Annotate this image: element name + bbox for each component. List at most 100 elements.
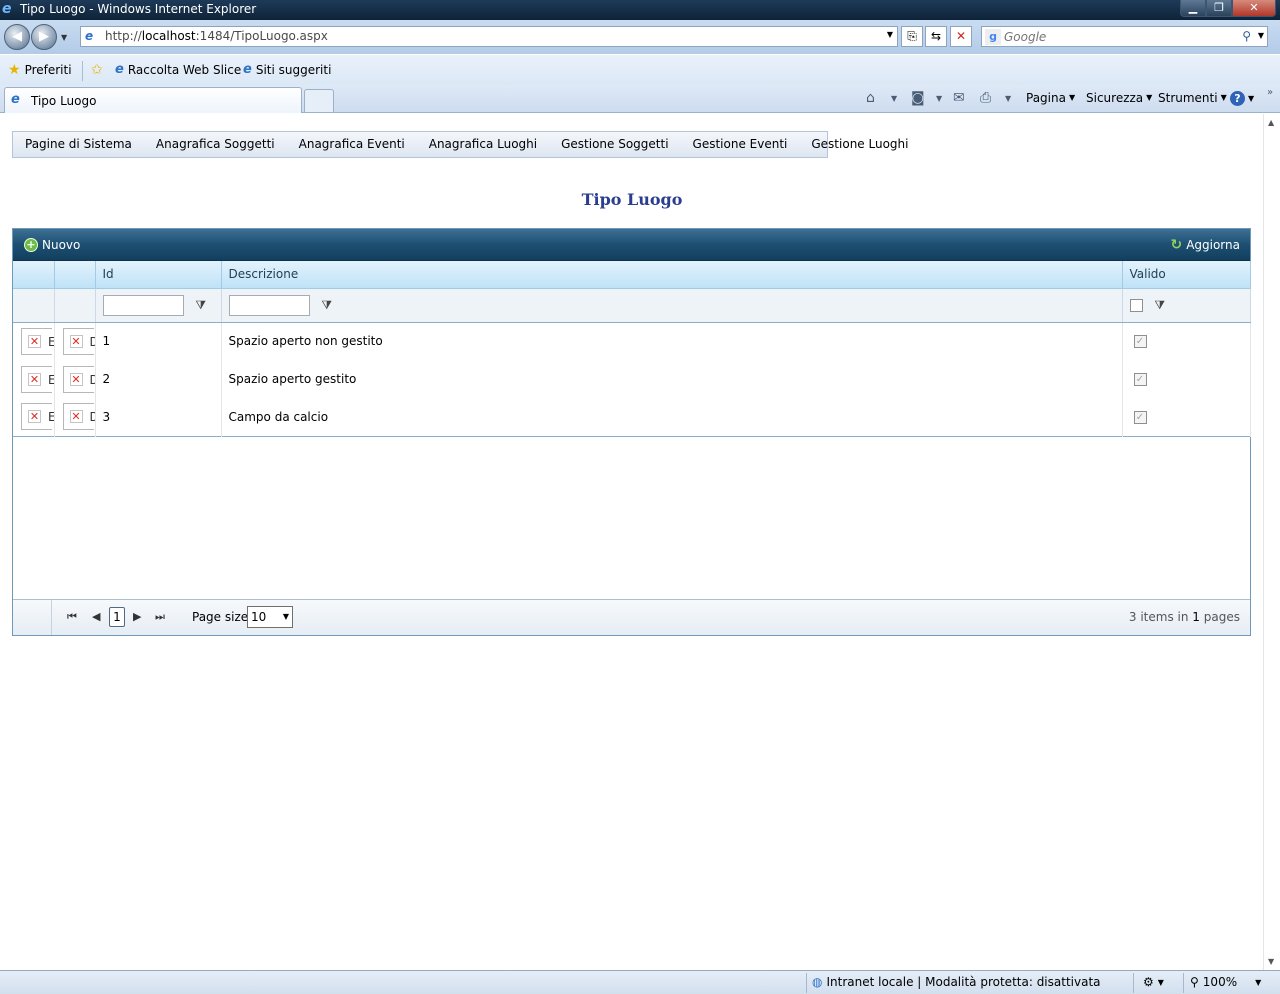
tools-menu[interactable]: Strumenti ▼	[1158, 91, 1227, 105]
cell-valido: ✓	[1122, 398, 1251, 436]
recent-pages-dropdown-icon[interactable]: ▼	[61, 33, 67, 42]
grid-table: Id Descrizione Valido ⧩ ⧩ ⧩ ✕ ✕ 1 Spazio…	[13, 261, 1251, 437]
security-zone[interactable]: ◍ Intranet locale | Modalità protetta: d…	[812, 975, 1101, 989]
divider	[1183, 973, 1184, 993]
filter-descrizione-input[interactable]	[228, 294, 310, 316]
forward-button[interactable]: ▶	[31, 24, 57, 50]
pager: ⏮ ◀ 1 ▶ ⏭ Page size: 10 ▼ 3 items in 1 p…	[13, 599, 1250, 635]
back-button[interactable]: ◀	[4, 24, 30, 50]
scroll-down-icon[interactable]: ▼	[1268, 957, 1274, 966]
next-page-icon[interactable]: ▶	[133, 610, 141, 623]
column-header-valido[interactable]: Valido	[1122, 261, 1251, 289]
delete-button[interactable]: ✕D	[62, 327, 94, 355]
filter-id-input[interactable]	[102, 294, 184, 316]
print-icon[interactable]: ⎙	[980, 90, 991, 106]
search-options-icon[interactable]: ▼	[1258, 31, 1264, 40]
refresh-button[interactable]: ↻ Aggiorna	[1170, 237, 1240, 253]
favorites-button[interactable]: ★ Preferiti	[8, 61, 72, 79]
ie-logo-icon: e	[2, 1, 12, 17]
web-slice-link[interactable]: e Raccolta Web Slice	[115, 61, 241, 79]
url-dropdown-icon[interactable]: ▼	[887, 30, 893, 39]
url-text[interactable]: http://localhost:1484/TipoLuogo.aspx	[105, 29, 328, 44]
filter-cell-descrizione: ⧩	[221, 288, 1123, 323]
url-field[interactable]: e http://localhost:1484/TipoLuogo.aspx ▼	[80, 26, 898, 47]
broken-image-icon: ✕	[69, 410, 83, 424]
close-window-button[interactable]: ✕	[1232, 0, 1276, 17]
home-dropdown-icon[interactable]: ▼	[891, 94, 897, 103]
edit-label: E	[48, 372, 54, 387]
edit-button[interactable]: ✕E	[21, 403, 53, 431]
menu-item-gestione-luoghi[interactable]: Gestione Luoghi	[799, 132, 920, 157]
page-menu[interactable]: Pagina ▼	[1026, 91, 1075, 105]
menu-item-anagrafica-soggetti[interactable]: Anagrafica Soggetti	[144, 132, 287, 157]
filter-valido-checkbox[interactable]	[1129, 298, 1143, 312]
suggested-sites-link[interactable]: e Siti suggeriti	[243, 61, 331, 79]
maximize-button[interactable]: ❐	[1206, 0, 1232, 17]
search-input[interactable]	[1004, 28, 1224, 45]
safety-menu[interactable]: Sicurezza ▼	[1086, 91, 1152, 105]
page-title: Tipo Luogo	[581, 190, 683, 209]
refresh-icon[interactable]: ⇆	[925, 26, 947, 47]
delete-column-header	[54, 261, 96, 289]
items-info: 3 items in 1 pages	[1129, 610, 1240, 624]
chevron-down-icon: ▼	[1255, 977, 1262, 987]
prev-page-icon[interactable]: ◀	[92, 610, 100, 623]
scroll-up-icon[interactable]: ▲	[1268, 118, 1274, 127]
feeds-icon[interactable]: ◙	[911, 90, 925, 106]
print-dropdown-icon[interactable]: ▼	[1005, 94, 1011, 103]
menu-item-pagine-di-sistema[interactable]: Pagine di Sistema	[13, 132, 144, 157]
menu-item-anagrafica-luoghi[interactable]: Anagrafica Luoghi	[417, 132, 549, 157]
compatibility-view-icon[interactable]: ⎘	[901, 26, 923, 47]
vertical-scrollbar[interactable]: ▲ ▼	[1263, 114, 1280, 970]
menu-item-anagrafica-eventi[interactable]: Anagrafica Eventi	[287, 132, 417, 157]
minimize-button[interactable]: ▁	[1180, 0, 1206, 17]
refresh-label: Aggiorna	[1186, 238, 1240, 252]
filter-icon[interactable]: ⧩	[1154, 298, 1165, 313]
column-header-id[interactable]: Id	[95, 261, 222, 289]
feeds-dropdown-icon[interactable]: ▼	[936, 94, 942, 103]
settings-icon: ⚙	[1143, 975, 1154, 989]
menu-item-gestione-soggetti[interactable]: Gestione Soggetti	[549, 132, 680, 157]
search-box[interactable]: g ⚲ ▼	[981, 26, 1268, 47]
tab-tipo-luogo[interactable]: e Tipo Luogo	[4, 87, 302, 113]
last-page-icon[interactable]: ⏭	[155, 610, 165, 624]
stop-icon[interactable]: ✕	[950, 26, 972, 47]
current-page-button[interactable]: 1	[109, 607, 125, 627]
filter-icon[interactable]: ⧩	[195, 298, 206, 313]
tools-menu-label: Strumenti	[1158, 91, 1218, 105]
cell-id: 1	[95, 322, 222, 360]
page-icon: e	[85, 29, 94, 43]
page-size-label: Page size:	[192, 610, 253, 624]
zoom-button[interactable]: ⚲ 100% ▼	[1190, 975, 1261, 989]
edit-label: E	[48, 335, 53, 349]
search-icon[interactable]: ⚲	[1242, 29, 1251, 43]
edit-button[interactable]: ✕E	[21, 327, 53, 355]
more-commands-icon[interactable]: »	[1267, 87, 1273, 98]
divider	[51, 600, 52, 635]
first-page-icon[interactable]: ⏮	[67, 610, 77, 624]
page-viewport: Pagine di Sistema Anagrafica Soggetti An…	[1, 114, 1263, 970]
divider	[806, 973, 807, 993]
menu-item-gestione-eventi[interactable]: Gestione Eventi	[681, 132, 800, 157]
protected-mode-button[interactable]: ⚙ ▼	[1143, 975, 1164, 989]
filter-icon[interactable]: ⧩	[321, 298, 332, 313]
tab-label: Tipo Luogo	[31, 94, 97, 108]
mail-icon[interactable]: ✉	[953, 90, 965, 106]
edit-button[interactable]: ✕E	[21, 365, 54, 393]
broken-image-icon: ✕	[69, 372, 83, 386]
column-header-descrizione[interactable]: Descrizione	[221, 261, 1123, 289]
new-tab-button[interactable]	[304, 89, 334, 112]
valido-checkbox: ✓	[1133, 335, 1147, 349]
home-icon[interactable]: ⌂	[866, 90, 875, 106]
page-size-select[interactable]: 10 ▼	[247, 606, 293, 628]
delete-button[interactable]: ✕D	[62, 403, 94, 431]
add-favorite-button[interactable]: ✩	[91, 61, 103, 79]
delete-button[interactable]: ✕D	[62, 365, 94, 393]
cell-descrizione: Spazio aperto non gestito	[221, 322, 1123, 360]
filter-cell	[54, 288, 96, 323]
favorites-bar: ★ Preferiti ✩ e Raccolta Web Slice e Sit…	[0, 54, 1280, 85]
help-menu[interactable]: ? ▼	[1230, 91, 1254, 106]
cell-id: 2	[95, 360, 222, 398]
add-icon: +	[24, 238, 38, 252]
add-new-button[interactable]: + Nuovo	[24, 237, 80, 253]
